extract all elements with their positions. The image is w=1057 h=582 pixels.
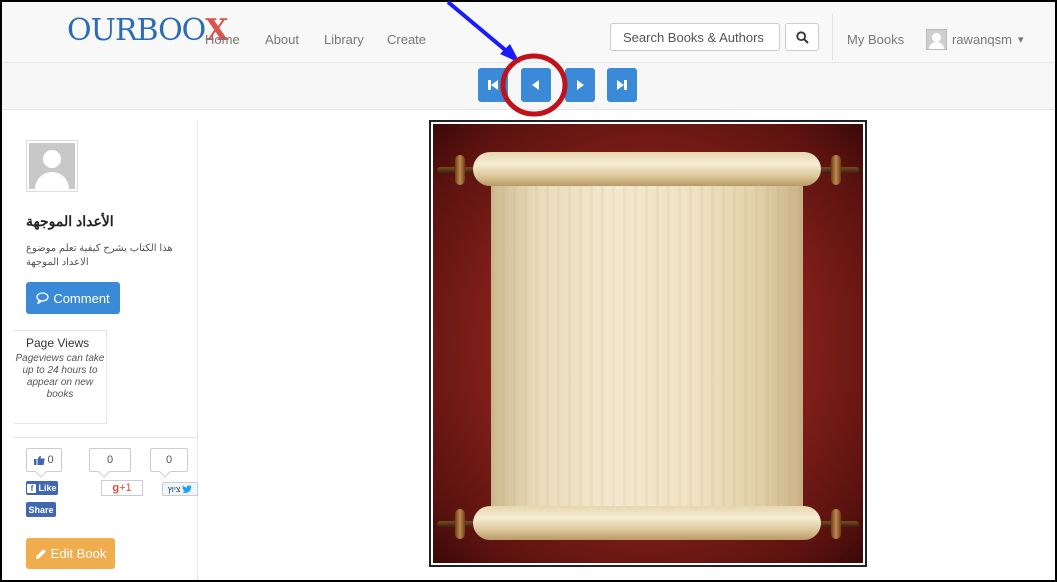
bottom-roll [473, 506, 821, 540]
nav-create[interactable]: Create [387, 32, 426, 47]
share-divider [14, 437, 197, 438]
gplus-count: 0 [106, 454, 114, 466]
author-avatar[interactable] [26, 140, 78, 192]
bottom-right-knob [831, 509, 841, 539]
pencil-icon [35, 548, 46, 559]
next-page-button[interactable] [565, 68, 595, 102]
last-page-button[interactable] [607, 68, 637, 102]
comment-label: Comment [53, 290, 110, 306]
top-left-knob [455, 155, 465, 185]
thumbs-up-icon [34, 455, 45, 465]
book-description: هذا الكتاب يشرح كيفية تعلم موضوع الاعداد… [26, 243, 173, 268]
user-menu-name[interactable]: rawanqsm [952, 32, 1012, 47]
ourboox-logo[interactable]: OURBOOX [67, 13, 229, 48]
search-input[interactable] [610, 23, 780, 51]
like-count-box: 0 [26, 448, 62, 472]
nav-library[interactable]: Library [324, 32, 364, 47]
book-page-viewer[interactable] [429, 120, 867, 567]
facebook-share-button[interactable]: Share [26, 502, 56, 517]
comment-button[interactable]: Comment [26, 282, 120, 314]
first-page-button[interactable] [478, 68, 508, 102]
scroll-cover-image [433, 124, 863, 563]
parchment [491, 158, 803, 508]
first-page-icon [488, 80, 498, 90]
like-count: 0 [47, 454, 54, 466]
tweet-count: 0 [165, 454, 173, 466]
next-arrow-icon [577, 80, 584, 90]
top-roll [473, 152, 821, 186]
facebook-share-label: Share [28, 504, 54, 515]
chevron-down-icon[interactable]: ▾ [1018, 33, 1024, 46]
page-views-title: Page Views [26, 336, 90, 350]
facebook-icon: f [27, 483, 37, 493]
last-page-icon [617, 80, 627, 90]
google-plus-label: +1 [119, 482, 132, 494]
browser-frame: OURBOOX Home About Library Create My Boo… [0, 0, 1057, 582]
bottom-left-knob [455, 509, 465, 539]
facebook-like-label: Like [38, 483, 57, 493]
previous-arrow-icon [532, 80, 539, 90]
previous-page-button[interactable] [521, 68, 551, 102]
page-views-note: Pageviews can take up to 24 hours to app… [15, 353, 105, 400]
nav-about[interactable]: About [265, 32, 299, 47]
user-avatar[interactable] [926, 29, 947, 50]
page-navigation-bar [2, 63, 1055, 110]
google-plus-button[interactable]: g +1 [101, 480, 143, 496]
top-right-knob [831, 155, 841, 185]
edit-book-button[interactable]: Edit Book [26, 538, 115, 569]
twitter-bird-icon [182, 485, 193, 493]
nav-my-books[interactable]: My Books [847, 32, 904, 47]
google-plus-icon: g [112, 482, 120, 494]
tweet-label: ציוץ [167, 484, 181, 494]
nav-divider [832, 14, 833, 60]
book-sidebar: الأعداد الموجهة هذا الكتاب يشرح كيفية تع… [14, 120, 198, 580]
search-icon [795, 30, 809, 44]
search-button[interactable] [785, 23, 819, 51]
tweet-button[interactable]: ציוץ [162, 482, 198, 496]
tweet-count-box: 0 [150, 448, 188, 472]
facebook-like-button[interactable]: f Like [26, 481, 58, 495]
logo-text: OURBOO [67, 13, 206, 48]
gplus-count-box: 0 [89, 448, 131, 472]
comment-icon [36, 292, 49, 304]
nav-home[interactable]: Home [205, 32, 240, 47]
book-title: الأعداد الموجهة [26, 213, 114, 229]
top-navbar: OURBOOX Home About Library Create My Boo… [2, 2, 1055, 63]
edit-book-label: Edit Book [50, 546, 107, 561]
